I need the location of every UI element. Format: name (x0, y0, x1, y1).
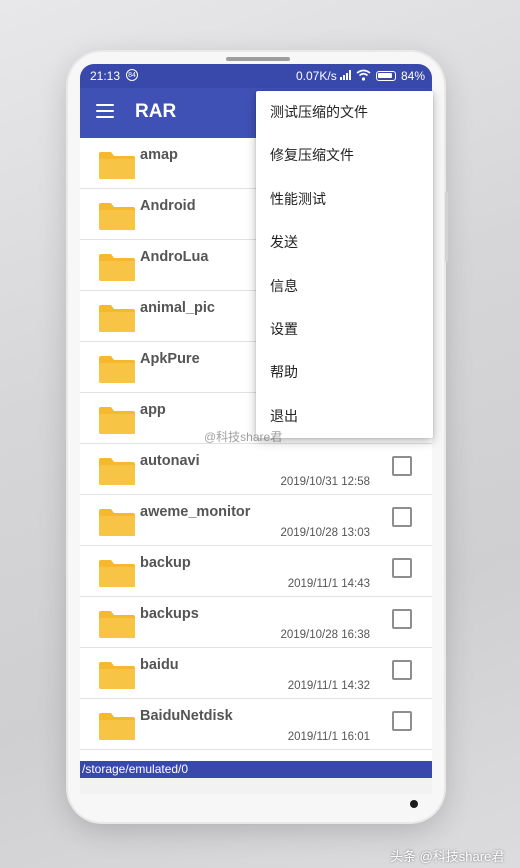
file-name: animal_pic (140, 300, 215, 316)
side-button (445, 192, 448, 262)
file-date: 2019/10/28 16:38 (280, 629, 370, 641)
file-date: 2019/11/1 16:01 (287, 731, 370, 743)
file-name: baidu (140, 657, 179, 673)
front-camera-dot (410, 800, 418, 808)
file-row[interactable]: backups 2019/10/28 16:38 (80, 597, 432, 648)
file-checkbox[interactable] (392, 456, 412, 476)
menu-item[interactable]: 信息 (256, 265, 433, 308)
file-row[interactable]: baidu 2019/11/1 14:32 (80, 648, 432, 699)
file-name: amap (140, 147, 178, 163)
status-bar: 21:13 84 0.07K/s 84% (80, 64, 432, 88)
net-speed: 0.07K/s (296, 69, 337, 83)
folder-icon (99, 713, 135, 740)
menu-item[interactable]: 修复压缩文件 (256, 134, 433, 177)
file-date: 2019/10/31 12:58 (280, 476, 370, 488)
menu-item[interactable]: 退出 (256, 395, 433, 438)
file-name: backups (140, 606, 199, 622)
caption: 头条 @科技share君 (390, 849, 505, 864)
wifi-icon (356, 69, 371, 81)
folder-icon (99, 407, 135, 434)
hamburger-menu-icon[interactable] (96, 104, 114, 118)
folder-icon (99, 509, 135, 536)
file-name: AndroLua (140, 249, 209, 265)
app-title: RAR (135, 101, 177, 122)
file-checkbox[interactable] (392, 711, 412, 731)
file-name: ApkPure (140, 351, 200, 367)
menu-item[interactable]: 设置 (256, 308, 433, 351)
file-name: BaiduNetdisk (140, 708, 233, 724)
menu-item[interactable]: 帮助 (256, 351, 433, 394)
battery-percent: 84% (401, 69, 426, 83)
watermark: @科技share君 (204, 430, 283, 444)
file-row[interactable]: autonavi 2019/10/31 12:58 (80, 444, 432, 495)
file-name: aweme_monitor (140, 504, 251, 520)
folder-icon (99, 611, 135, 638)
file-date: 2019/11/1 14:32 (287, 680, 370, 692)
menu-item[interactable]: 性能测试 (256, 178, 433, 221)
menu-item[interactable]: 发送 (256, 221, 433, 264)
folder-icon (99, 254, 135, 281)
file-checkbox[interactable] (392, 660, 412, 680)
bottom-strip (80, 778, 432, 794)
folder-icon (99, 560, 135, 587)
folder-icon (99, 152, 135, 179)
file-checkbox[interactable] (392, 609, 412, 629)
file-row[interactable]: BaiduNetdisk 2019/11/1 16:01 (80, 699, 432, 750)
signal-icon (340, 70, 351, 80)
file-date: 2019/11/1 14:43 (287, 578, 370, 590)
file-row[interactable]: backup 2019/11/1 14:43 (80, 546, 432, 597)
status-time: 21:13 (90, 69, 121, 83)
folder-icon (99, 458, 135, 485)
path-bar: /storage/emulated/0 (80, 761, 432, 778)
folder-icon (99, 356, 135, 383)
earpiece (226, 57, 290, 61)
file-name: Android (140, 198, 196, 214)
file-row[interactable]: aweme_monitor 2019/10/28 13:03 (80, 495, 432, 546)
menu-item[interactable]: 测试压缩的文件 (256, 91, 433, 134)
file-name: autonavi (140, 453, 200, 469)
folder-icon (99, 305, 135, 332)
battery-icon (376, 71, 396, 81)
file-name: backup (140, 555, 191, 571)
file-date: 2019/10/28 13:03 (280, 527, 370, 539)
file-checkbox[interactable] (392, 507, 412, 527)
folder-icon (99, 662, 135, 689)
overflow-menu: 测试压缩的文件 修复压缩文件 性能测试 发送 信息 设置 帮助 退出 (256, 91, 433, 438)
file-checkbox[interactable] (392, 558, 412, 578)
file-name: app (140, 402, 166, 418)
notification-badge: 84 (126, 69, 138, 81)
folder-icon (99, 203, 135, 230)
